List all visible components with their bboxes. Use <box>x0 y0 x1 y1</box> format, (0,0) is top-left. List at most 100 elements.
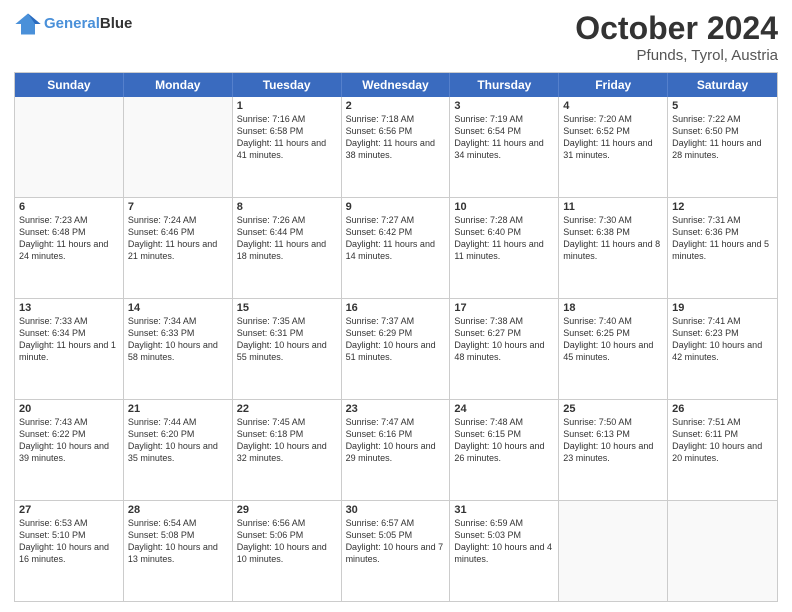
day-number: 18 <box>563 302 663 314</box>
day-14: 14Sunrise: 7:34 AM Sunset: 6:33 PM Dayli… <box>124 299 233 399</box>
day-1: 1Sunrise: 7:16 AM Sunset: 6:58 PM Daylig… <box>233 97 342 197</box>
day-number: 21 <box>128 403 228 415</box>
day-8: 8Sunrise: 7:26 AM Sunset: 6:44 PM Daylig… <box>233 198 342 298</box>
header: GeneralBlue October 2024 Pfunds, Tyrol, … <box>14 10 778 64</box>
day-5: 5Sunrise: 7:22 AM Sunset: 6:50 PM Daylig… <box>668 97 777 197</box>
day-number: 31 <box>454 504 554 516</box>
day-number: 22 <box>237 403 337 415</box>
day-number: 1 <box>237 100 337 112</box>
day-number: 17 <box>454 302 554 314</box>
day-info: Sunrise: 7:35 AM Sunset: 6:31 PM Dayligh… <box>237 315 337 364</box>
day-number: 3 <box>454 100 554 112</box>
day-21: 21Sunrise: 7:44 AM Sunset: 6:20 PM Dayli… <box>124 400 233 500</box>
day-20: 20Sunrise: 7:43 AM Sunset: 6:22 PM Dayli… <box>15 400 124 500</box>
day-2: 2Sunrise: 7:18 AM Sunset: 6:56 PM Daylig… <box>342 97 451 197</box>
day-12: 12Sunrise: 7:31 AM Sunset: 6:36 PM Dayli… <box>668 198 777 298</box>
day-info: Sunrise: 7:30 AM Sunset: 6:38 PM Dayligh… <box>563 214 663 263</box>
header-day-monday: Monday <box>124 73 233 97</box>
day-10: 10Sunrise: 7:28 AM Sunset: 6:40 PM Dayli… <box>450 198 559 298</box>
day-9: 9Sunrise: 7:27 AM Sunset: 6:42 PM Daylig… <box>342 198 451 298</box>
day-18: 18Sunrise: 7:40 AM Sunset: 6:25 PM Dayli… <box>559 299 668 399</box>
day-info: Sunrise: 6:54 AM Sunset: 5:08 PM Dayligh… <box>128 517 228 566</box>
day-info: Sunrise: 7:16 AM Sunset: 6:58 PM Dayligh… <box>237 113 337 162</box>
calendar-row-2: 6Sunrise: 7:23 AM Sunset: 6:48 PM Daylig… <box>15 197 777 298</box>
logo-icon <box>14 10 42 38</box>
empty-cell <box>124 97 233 197</box>
day-31: 31Sunrise: 6:59 AM Sunset: 5:03 PM Dayli… <box>450 501 559 601</box>
calendar-row-1: 1Sunrise: 7:16 AM Sunset: 6:58 PM Daylig… <box>15 97 777 197</box>
day-info: Sunrise: 7:33 AM Sunset: 6:34 PM Dayligh… <box>19 315 119 364</box>
calendar-body: 1Sunrise: 7:16 AM Sunset: 6:58 PM Daylig… <box>15 97 777 601</box>
day-number: 20 <box>19 403 119 415</box>
day-info: Sunrise: 6:59 AM Sunset: 5:03 PM Dayligh… <box>454 517 554 566</box>
day-info: Sunrise: 7:38 AM Sunset: 6:27 PM Dayligh… <box>454 315 554 364</box>
day-15: 15Sunrise: 7:35 AM Sunset: 6:31 PM Dayli… <box>233 299 342 399</box>
logo: GeneralBlue <box>14 10 132 38</box>
day-number: 13 <box>19 302 119 314</box>
day-number: 6 <box>19 201 119 213</box>
logo-text: GeneralBlue <box>44 15 132 33</box>
page: GeneralBlue October 2024 Pfunds, Tyrol, … <box>0 0 792 612</box>
header-day-wednesday: Wednesday <box>342 73 451 97</box>
day-24: 24Sunrise: 7:48 AM Sunset: 6:15 PM Dayli… <box>450 400 559 500</box>
day-info: Sunrise: 7:50 AM Sunset: 6:13 PM Dayligh… <box>563 416 663 465</box>
day-info: Sunrise: 7:24 AM Sunset: 6:46 PM Dayligh… <box>128 214 228 263</box>
day-30: 30Sunrise: 6:57 AM Sunset: 5:05 PM Dayli… <box>342 501 451 601</box>
day-number: 25 <box>563 403 663 415</box>
day-info: Sunrise: 6:53 AM Sunset: 5:10 PM Dayligh… <box>19 517 119 566</box>
calendar-row-5: 27Sunrise: 6:53 AM Sunset: 5:10 PM Dayli… <box>15 500 777 601</box>
day-info: Sunrise: 7:27 AM Sunset: 6:42 PM Dayligh… <box>346 214 446 263</box>
logo-line2: Blue <box>100 15 133 32</box>
day-info: Sunrise: 7:19 AM Sunset: 6:54 PM Dayligh… <box>454 113 554 162</box>
logo-line1: General <box>44 15 100 32</box>
day-19: 19Sunrise: 7:41 AM Sunset: 6:23 PM Dayli… <box>668 299 777 399</box>
day-28: 28Sunrise: 6:54 AM Sunset: 5:08 PM Dayli… <box>124 501 233 601</box>
subtitle: Pfunds, Tyrol, Austria <box>575 47 778 64</box>
day-number: 14 <box>128 302 228 314</box>
day-info: Sunrise: 6:57 AM Sunset: 5:05 PM Dayligh… <box>346 517 446 566</box>
calendar-header: SundayMondayTuesdayWednesdayThursdayFrid… <box>15 73 777 97</box>
day-info: Sunrise: 7:34 AM Sunset: 6:33 PM Dayligh… <box>128 315 228 364</box>
day-number: 23 <box>346 403 446 415</box>
day-info: Sunrise: 7:18 AM Sunset: 6:56 PM Dayligh… <box>346 113 446 162</box>
day-info: Sunrise: 7:37 AM Sunset: 6:29 PM Dayligh… <box>346 315 446 364</box>
day-number: 7 <box>128 201 228 213</box>
day-number: 28 <box>128 504 228 516</box>
day-number: 27 <box>19 504 119 516</box>
day-6: 6Sunrise: 7:23 AM Sunset: 6:48 PM Daylig… <box>15 198 124 298</box>
header-day-tuesday: Tuesday <box>233 73 342 97</box>
day-info: Sunrise: 7:45 AM Sunset: 6:18 PM Dayligh… <box>237 416 337 465</box>
calendar-row-3: 13Sunrise: 7:33 AM Sunset: 6:34 PM Dayli… <box>15 298 777 399</box>
day-info: Sunrise: 7:26 AM Sunset: 6:44 PM Dayligh… <box>237 214 337 263</box>
day-4: 4Sunrise: 7:20 AM Sunset: 6:52 PM Daylig… <box>559 97 668 197</box>
day-info: Sunrise: 7:48 AM Sunset: 6:15 PM Dayligh… <box>454 416 554 465</box>
day-3: 3Sunrise: 7:19 AM Sunset: 6:54 PM Daylig… <box>450 97 559 197</box>
day-27: 27Sunrise: 6:53 AM Sunset: 5:10 PM Dayli… <box>15 501 124 601</box>
day-info: Sunrise: 7:20 AM Sunset: 6:52 PM Dayligh… <box>563 113 663 162</box>
day-number: 26 <box>672 403 773 415</box>
day-number: 15 <box>237 302 337 314</box>
day-info: Sunrise: 7:43 AM Sunset: 6:22 PM Dayligh… <box>19 416 119 465</box>
day-info: Sunrise: 7:47 AM Sunset: 6:16 PM Dayligh… <box>346 416 446 465</box>
day-info: Sunrise: 7:44 AM Sunset: 6:20 PM Dayligh… <box>128 416 228 465</box>
day-number: 12 <box>672 201 773 213</box>
day-info: Sunrise: 7:40 AM Sunset: 6:25 PM Dayligh… <box>563 315 663 364</box>
day-number: 4 <box>563 100 663 112</box>
header-day-saturday: Saturday <box>668 73 777 97</box>
day-26: 26Sunrise: 7:51 AM Sunset: 6:11 PM Dayli… <box>668 400 777 500</box>
day-16: 16Sunrise: 7:37 AM Sunset: 6:29 PM Dayli… <box>342 299 451 399</box>
day-number: 2 <box>346 100 446 112</box>
header-day-thursday: Thursday <box>450 73 559 97</box>
empty-cell <box>668 501 777 601</box>
day-17: 17Sunrise: 7:38 AM Sunset: 6:27 PM Dayli… <box>450 299 559 399</box>
day-info: Sunrise: 7:31 AM Sunset: 6:36 PM Dayligh… <box>672 214 773 263</box>
day-7: 7Sunrise: 7:24 AM Sunset: 6:46 PM Daylig… <box>124 198 233 298</box>
day-13: 13Sunrise: 7:33 AM Sunset: 6:34 PM Dayli… <box>15 299 124 399</box>
day-number: 8 <box>237 201 337 213</box>
day-number: 30 <box>346 504 446 516</box>
header-day-sunday: Sunday <box>15 73 124 97</box>
calendar: SundayMondayTuesdayWednesdayThursdayFrid… <box>14 72 778 602</box>
day-number: 24 <box>454 403 554 415</box>
day-info: Sunrise: 7:22 AM Sunset: 6:50 PM Dayligh… <box>672 113 773 162</box>
title-block: October 2024 Pfunds, Tyrol, Austria <box>575 10 778 64</box>
